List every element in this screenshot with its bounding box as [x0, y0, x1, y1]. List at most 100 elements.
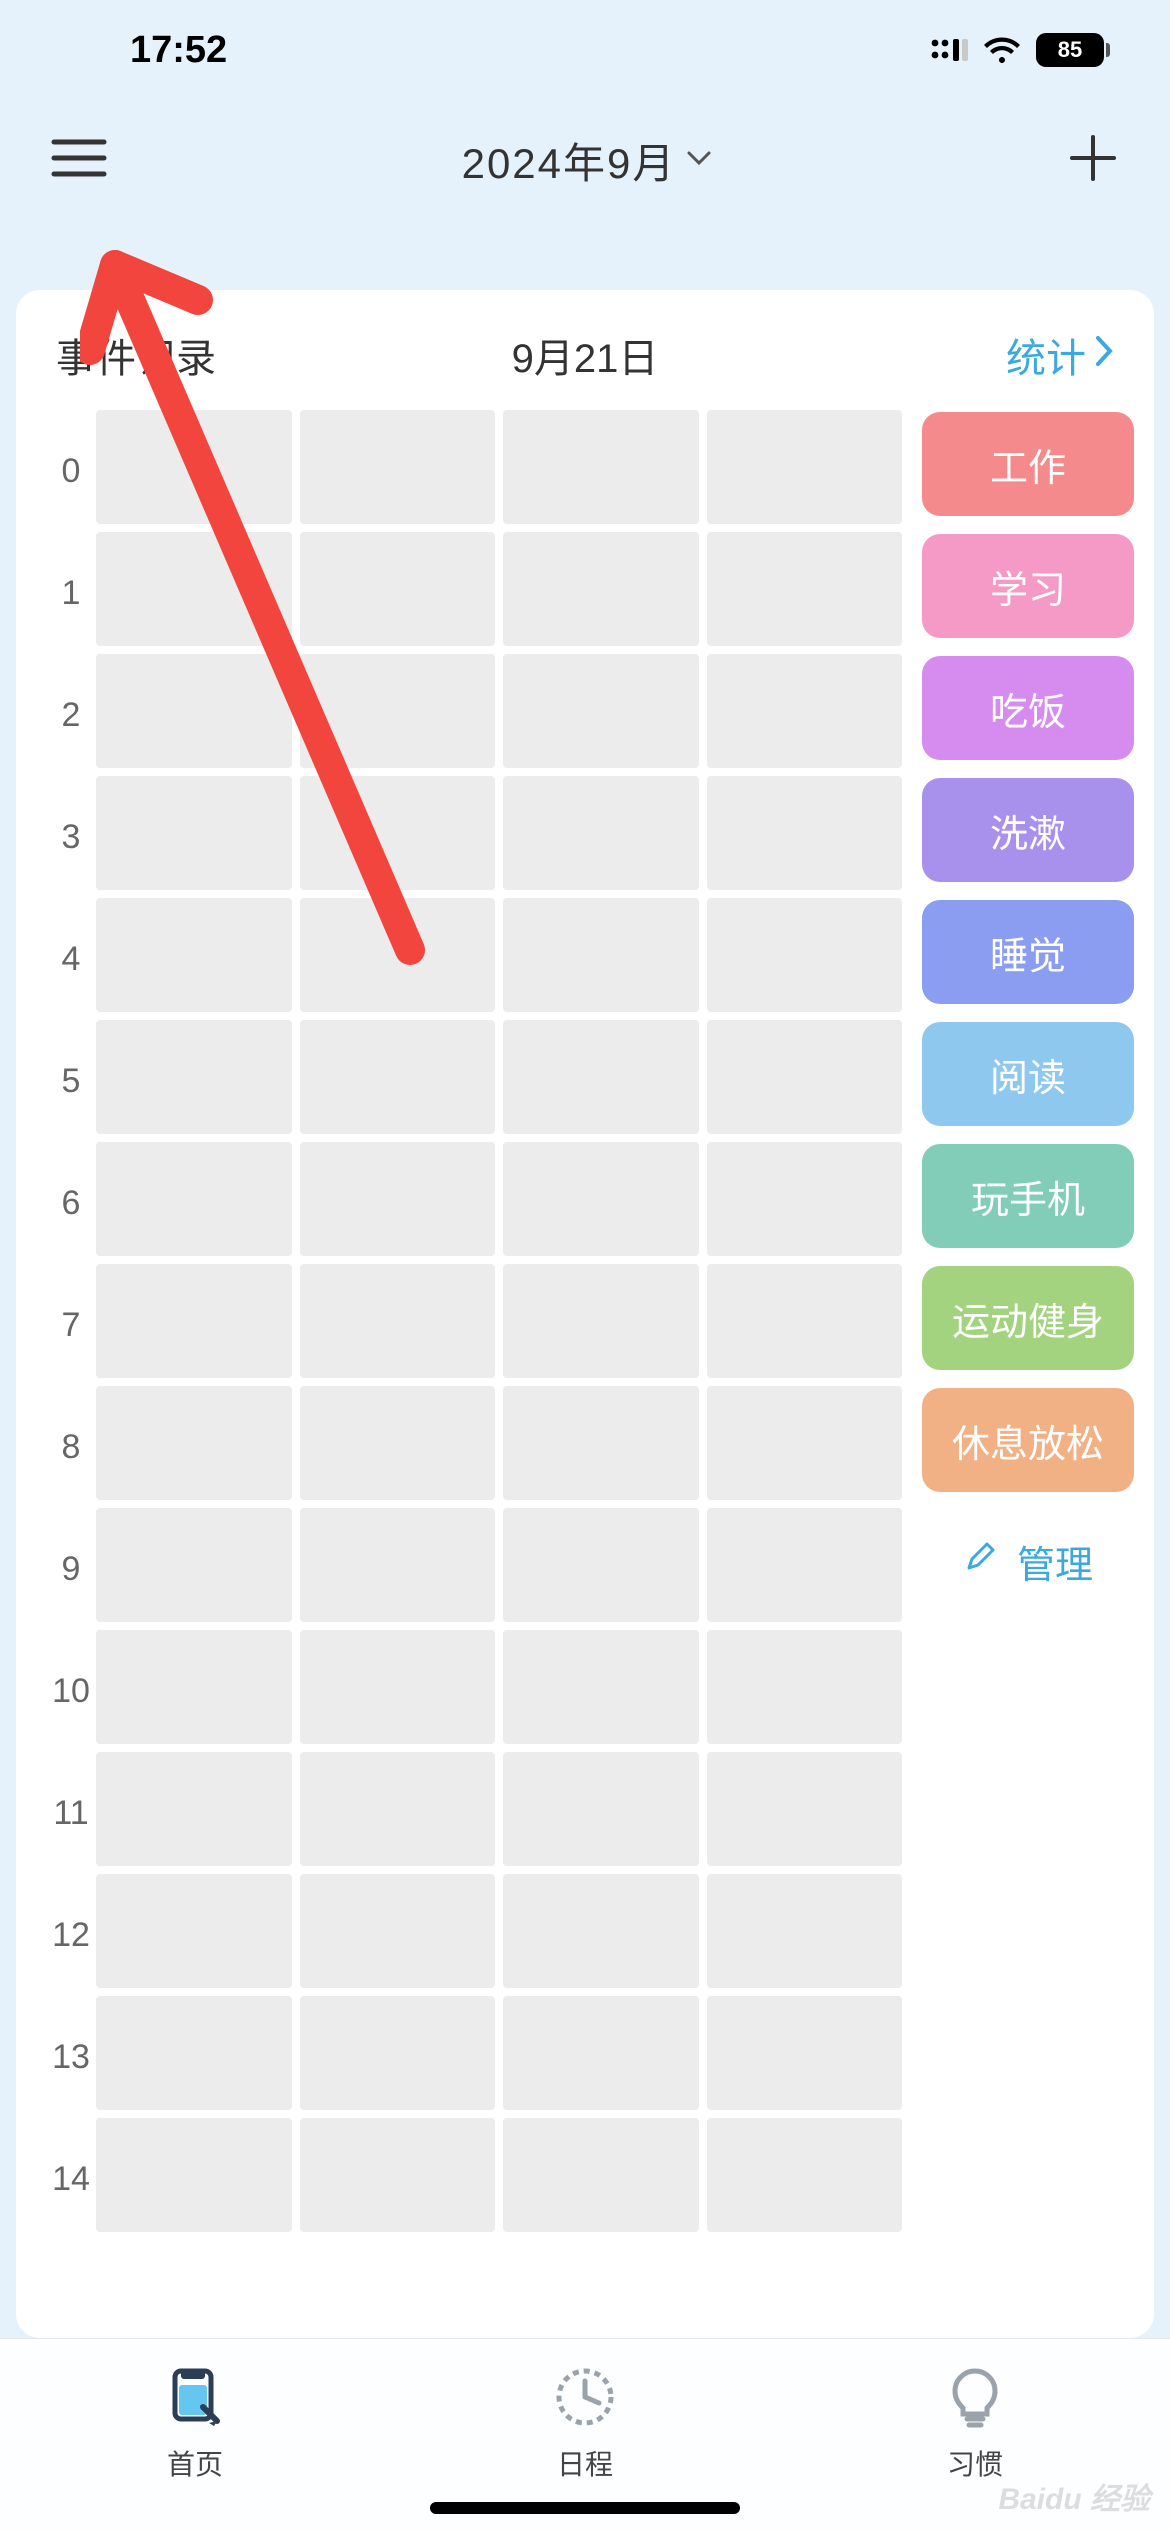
- grid-cell[interactable]: [503, 1142, 699, 1256]
- grid-cell[interactable]: [96, 2118, 292, 2232]
- grid-cell[interactable]: [300, 1996, 496, 2110]
- grid-row[interactable]: [96, 1142, 902, 1256]
- grid-cell[interactable]: [707, 1752, 903, 1866]
- month-picker[interactable]: 2024年9月: [462, 130, 713, 191]
- card-header: 事件记录 9月21日 统计: [36, 326, 1134, 410]
- grid-cell[interactable]: [300, 532, 496, 646]
- grid-cell[interactable]: [96, 654, 292, 768]
- category-button[interactable]: 运动健身: [922, 1266, 1134, 1370]
- grid-cell[interactable]: [300, 2118, 496, 2232]
- grid-cell[interactable]: [707, 1142, 903, 1256]
- grid-cell[interactable]: [503, 1020, 699, 1134]
- category-button[interactable]: 工作: [922, 412, 1134, 516]
- tab-schedule[interactable]: 日程: [549, 2361, 621, 2483]
- grid-cell[interactable]: [300, 1142, 496, 1256]
- grid-row[interactable]: [96, 1264, 902, 1378]
- grid-cell[interactable]: [96, 1386, 292, 1500]
- category-button[interactable]: 睡觉: [922, 900, 1134, 1004]
- grid-row[interactable]: [96, 1508, 902, 1622]
- category-button[interactable]: 学习: [922, 534, 1134, 638]
- bulb-icon: [939, 2361, 1011, 2433]
- grid-row[interactable]: [96, 1752, 902, 1866]
- hour-label: 3: [46, 776, 96, 898]
- grid-row[interactable]: [96, 1996, 902, 2110]
- grid-cell[interactable]: [300, 654, 496, 768]
- grid-cell[interactable]: [503, 1264, 699, 1378]
- grid-cell[interactable]: [300, 1752, 496, 1866]
- grid-cell[interactable]: [707, 532, 903, 646]
- grid-row[interactable]: [96, 1020, 902, 1134]
- grid-cell[interactable]: [96, 1508, 292, 1622]
- menu-button[interactable]: [50, 136, 108, 185]
- grid-cell[interactable]: [707, 1996, 903, 2110]
- time-grid[interactable]: 01234567891011121314: [46, 410, 902, 2240]
- grid-cell[interactable]: [96, 1142, 292, 1256]
- grid-cell[interactable]: [96, 1020, 292, 1134]
- grid-cell[interactable]: [96, 532, 292, 646]
- manage-link[interactable]: 管理: [922, 1534, 1134, 1589]
- grid-cell[interactable]: [707, 2118, 903, 2232]
- grid-cell[interactable]: [707, 898, 903, 1012]
- grid-cell[interactable]: [96, 410, 292, 524]
- grid-cell[interactable]: [503, 898, 699, 1012]
- grid-cell[interactable]: [96, 1996, 292, 2110]
- grid-cell[interactable]: [707, 1264, 903, 1378]
- category-button[interactable]: 休息放松: [922, 1388, 1134, 1492]
- grid-cell[interactable]: [707, 1386, 903, 1500]
- grid-cell[interactable]: [96, 1874, 292, 1988]
- tab-habit[interactable]: 习惯: [939, 2361, 1011, 2483]
- grid-cells[interactable]: [96, 410, 902, 2240]
- grid-cell[interactable]: [96, 1752, 292, 1866]
- grid-cell[interactable]: [707, 654, 903, 768]
- grid-cell[interactable]: [300, 1508, 496, 1622]
- tab-home[interactable]: 首页: [159, 2361, 231, 2483]
- grid-cell[interactable]: [300, 1264, 496, 1378]
- stats-link[interactable]: 统计: [1006, 326, 1114, 384]
- grid-cell[interactable]: [300, 410, 496, 524]
- grid-cell[interactable]: [503, 654, 699, 768]
- grid-cell[interactable]: [96, 776, 292, 890]
- grid-cell[interactable]: [503, 1386, 699, 1500]
- grid-cell[interactable]: [503, 410, 699, 524]
- category-button[interactable]: 玩手机: [922, 1144, 1134, 1248]
- watermark: Baidu 经验: [998, 2474, 1150, 2518]
- grid-cell[interactable]: [707, 410, 903, 524]
- grid-cell[interactable]: [300, 1874, 496, 1988]
- grid-cell[interactable]: [96, 898, 292, 1012]
- grid-row[interactable]: [96, 1386, 902, 1500]
- grid-cell[interactable]: [707, 1630, 903, 1744]
- grid-cell[interactable]: [707, 1020, 903, 1134]
- grid-cell[interactable]: [503, 2118, 699, 2232]
- grid-row[interactable]: [96, 532, 902, 646]
- grid-cell[interactable]: [96, 1264, 292, 1378]
- home-indicator[interactable]: [430, 2502, 740, 2514]
- grid-cell[interactable]: [300, 776, 496, 890]
- category-button[interactable]: 吃饭: [922, 656, 1134, 760]
- grid-row[interactable]: [96, 898, 902, 1012]
- grid-cell[interactable]: [300, 898, 496, 1012]
- category-button[interactable]: 阅读: [922, 1022, 1134, 1126]
- grid-cell[interactable]: [707, 1874, 903, 1988]
- grid-row[interactable]: [96, 1874, 902, 1988]
- grid-cell[interactable]: [300, 1386, 496, 1500]
- grid-cell[interactable]: [503, 776, 699, 890]
- grid-cell[interactable]: [503, 1752, 699, 1866]
- grid-cell[interactable]: [503, 1630, 699, 1744]
- grid-cell[interactable]: [503, 1508, 699, 1622]
- wifi-icon: [982, 35, 1022, 65]
- grid-cell[interactable]: [503, 1996, 699, 2110]
- grid-cell[interactable]: [96, 1630, 292, 1744]
- grid-cell[interactable]: [300, 1020, 496, 1134]
- grid-cell[interactable]: [503, 532, 699, 646]
- category-button[interactable]: 洗漱: [922, 778, 1134, 882]
- grid-cell[interactable]: [707, 776, 903, 890]
- add-button[interactable]: [1066, 131, 1120, 190]
- grid-row[interactable]: [96, 1630, 902, 1744]
- grid-row[interactable]: [96, 776, 902, 890]
- grid-cell[interactable]: [503, 1874, 699, 1988]
- grid-cell[interactable]: [707, 1508, 903, 1622]
- grid-row[interactable]: [96, 410, 902, 524]
- grid-row[interactable]: [96, 2118, 902, 2232]
- grid-cell[interactable]: [300, 1630, 496, 1744]
- grid-row[interactable]: [96, 654, 902, 768]
